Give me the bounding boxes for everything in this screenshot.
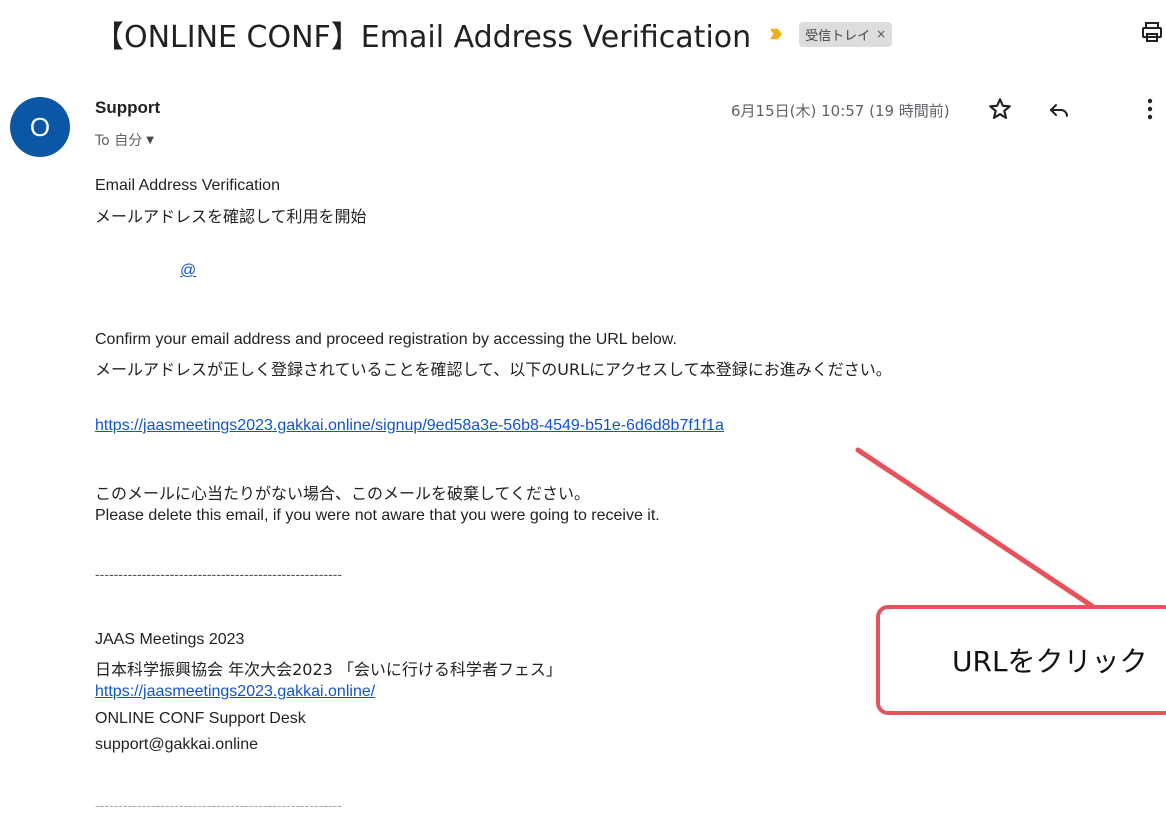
- sender-name[interactable]: Support: [95, 98, 160, 118]
- recipient-label: To 自分: [95, 133, 143, 149]
- signature-separator-bottom: ----------------------------------------…: [95, 797, 343, 813]
- signature-separator-top: ----------------------------------------…: [95, 566, 343, 582]
- importance-marker-icon[interactable]: [769, 27, 783, 41]
- more-vert-icon[interactable]: [1138, 96, 1162, 122]
- chevron-down-icon[interactable]: ▼: [146, 135, 154, 146]
- ignore-notice-en: Please delete this email, if you were no…: [95, 507, 660, 524]
- signature-event-url-link[interactable]: https://jaasmeetings2023.gakkai.online/: [95, 683, 375, 701]
- email-subject: 【ONLINE CONF】Email Address Verification: [94, 20, 752, 55]
- sender-avatar[interactable]: O: [10, 97, 70, 157]
- signature-email: support@gakkai.online: [95, 736, 259, 753]
- annotation-callout: URLをクリック: [876, 605, 1166, 715]
- signature-event-name-ja: 日本科学振興協会 年次大会2023 「会いに行ける科学者フェス」: [95, 660, 562, 679]
- body-heading-en: Email Address Verification: [95, 177, 280, 194]
- remove-label-button[interactable]: ×: [876, 27, 886, 41]
- ignore-notice-ja: このメールに心当たりがない場合、このメールを破棄してください。: [95, 484, 591, 503]
- masked-email-link[interactable]: @: [180, 262, 196, 280]
- body-heading-ja: メールアドレスを確認して利用を開始: [95, 207, 367, 226]
- instruction-en: Confirm your email address and proceed r…: [95, 331, 677, 348]
- signature-event-name: JAAS Meetings 2023: [95, 631, 245, 648]
- inbox-label-chip[interactable]: 受信トレイ ×: [799, 21, 893, 47]
- instruction-ja: メールアドレスが正しく登録されていることを確認して、以下のURLにアクセスして本…: [95, 360, 892, 379]
- inbox-label-text: 受信トレイ: [805, 28, 871, 44]
- callout-text: URLをクリック: [952, 645, 1148, 678]
- star-icon[interactable]: [987, 96, 1013, 122]
- recipient-line: To 自分 ▼: [95, 130, 154, 150]
- subject-row: 【ONLINE CONF】Email Address Verification …: [94, 14, 893, 55]
- email-date: 6月15日(木) 10:57 (19 時間前): [731, 102, 950, 120]
- print-icon[interactable]: [1140, 20, 1164, 44]
- verification-url-link[interactable]: https://jaasmeetings2023.gakkai.online/s…: [95, 417, 724, 435]
- reply-icon[interactable]: [1047, 98, 1071, 122]
- signature-desk: ONLINE CONF Support Desk: [95, 710, 306, 727]
